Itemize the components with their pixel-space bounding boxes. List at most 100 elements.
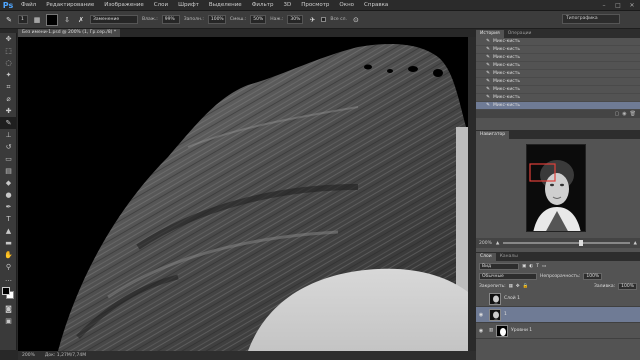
pen-tool-icon[interactable]: ✒: [0, 201, 17, 213]
filter-type-icon[interactable]: T: [536, 264, 539, 269]
fill-field[interactable]: 100%: [618, 282, 637, 290]
blend-mode-select[interactable]: Обычные: [479, 272, 537, 280]
lock-position-icon[interactable]: ✥: [516, 284, 520, 289]
screen-mode-icon[interactable]: ▣: [0, 315, 17, 327]
foreground-color-swatch[interactable]: [2, 287, 10, 295]
zoom-slider-knob[interactable]: [579, 240, 584, 246]
marquee-tool-icon[interactable]: ⬚: [0, 45, 17, 57]
filter-adjust-icon[interactable]: ◐: [529, 264, 533, 269]
path-select-tool-icon[interactable]: ▲: [0, 225, 17, 237]
mix-field[interactable]: 50%: [250, 15, 267, 24]
layer-row-selected[interactable]: ◉ 1: [476, 307, 640, 323]
healing-tool-icon[interactable]: ✚: [0, 105, 17, 117]
lock-pixels-icon[interactable]: ▦: [509, 284, 513, 289]
maximize-icon[interactable]: □: [612, 1, 624, 9]
load-brush-icon[interactable]: ⇩: [62, 15, 72, 25]
more-tools-icon[interactable]: …: [0, 273, 17, 285]
menu-file[interactable]: Файл: [16, 2, 41, 8]
quick-select-tool-icon[interactable]: ✦: [0, 69, 17, 81]
zoom-out-icon[interactable]: ▲: [496, 241, 499, 246]
clean-brush-icon[interactable]: ✗: [76, 15, 86, 25]
history-item[interactable]: ✎ Микс-кисть: [476, 94, 640, 102]
hand-tool-icon[interactable]: ✋: [0, 249, 17, 261]
zoom-tool-icon[interactable]: ⚲: [0, 261, 17, 273]
history-item[interactable]: ✎ Микс-кисть: [476, 54, 640, 62]
eye-icon[interactable]: ◉: [476, 328, 486, 334]
history-item[interactable]: ✎ Микс-кисть: [476, 38, 640, 46]
navigator-thumbnail[interactable]: [526, 144, 586, 232]
layer-row[interactable]: Слой 1: [476, 291, 640, 307]
lock-all-icon[interactable]: 🔒: [523, 284, 529, 289]
brush-panel-icon[interactable]: ▦: [32, 15, 42, 25]
flow-field[interactable]: 30%: [287, 15, 304, 24]
type-tool-icon[interactable]: T: [0, 213, 17, 225]
mixer-brush-icon[interactable]: ✎: [4, 15, 14, 25]
crop-tool-icon[interactable]: ⌗: [0, 81, 17, 93]
load-color-swatch[interactable]: [46, 13, 58, 26]
trash-icon[interactable]: 🗑: [630, 111, 636, 117]
blur-tool-icon[interactable]: ◆: [0, 177, 17, 189]
eraser-tool-icon[interactable]: ▭: [0, 153, 17, 165]
wet-field[interactable]: 99%: [161, 15, 180, 24]
layer-name[interactable]: Уровни 1: [511, 328, 532, 333]
navigator-zoom-slider[interactable]: [503, 240, 630, 246]
shape-tool-icon[interactable]: ▬: [0, 237, 17, 249]
layer-mask-thumbnail[interactable]: [496, 324, 508, 337]
layer-name[interactable]: 1: [504, 312, 507, 317]
eyedropper-tool-icon[interactable]: ⌀: [0, 93, 17, 105]
color-swatches[interactable]: [0, 285, 17, 303]
brush-tool-icon[interactable]: ✎: [0, 117, 17, 129]
dodge-tool-icon[interactable]: ●: [0, 189, 17, 201]
tab-history[interactable]: История: [476, 30, 504, 38]
menu-3d[interactable]: 3D: [278, 2, 296, 8]
history-item-selected[interactable]: ✎ Микс-кисть: [476, 102, 640, 110]
airbrush-icon[interactable]: ✈: [307, 15, 317, 25]
filter-shape-icon[interactable]: ▭: [542, 264, 546, 269]
quick-mask-icon[interactable]: ◙: [0, 303, 17, 315]
menu-window[interactable]: Окно: [334, 2, 359, 8]
gradient-tool-icon[interactable]: ▤: [0, 165, 17, 177]
eye-icon[interactable]: ◉: [476, 312, 486, 318]
menu-image[interactable]: Изображение: [99, 2, 149, 8]
menu-type[interactable]: Шрифт: [173, 2, 204, 8]
history-item[interactable]: ✎ Микс-кисть: [476, 46, 640, 54]
history-item[interactable]: ✎ Микс-кисть: [476, 86, 640, 94]
history-item[interactable]: ✎ Микс-кисть: [476, 78, 640, 86]
history-item[interactable]: ✎ Микс-кисть: [476, 62, 640, 70]
history-brush-tool-icon[interactable]: ↺: [0, 141, 17, 153]
filter-pixel-icon[interactable]: ▣: [522, 264, 526, 269]
menu-filter[interactable]: Фильтр: [247, 2, 279, 8]
new-document-from-state-icon[interactable]: ▢: [615, 111, 620, 117]
doc-info[interactable]: Док: 1,27М/7,74М: [45, 353, 86, 358]
tab-actions[interactable]: Операции: [504, 30, 536, 38]
menu-layers[interactable]: Слои: [149, 2, 173, 8]
tab-channels[interactable]: Каналы: [496, 253, 522, 261]
load-field[interactable]: 100%: [207, 15, 226, 24]
layer-name[interactable]: Слой 1: [504, 296, 520, 301]
menu-edit[interactable]: Редактирование: [41, 2, 99, 8]
minimize-icon[interactable]: –: [598, 1, 610, 9]
menu-select[interactable]: Выделение: [204, 2, 247, 8]
zoom-in-icon[interactable]: ▲: [634, 241, 637, 246]
snapshot-icon[interactable]: ◉: [622, 111, 626, 117]
document-canvas[interactable]: [18, 37, 468, 351]
lasso-tool-icon[interactable]: ◌: [0, 57, 17, 69]
pressure-icon[interactable]: ⊙: [351, 15, 361, 25]
brush-size-picker[interactable]: 1: [18, 15, 28, 24]
menu-help[interactable]: Справка: [359, 2, 393, 8]
zoom-level[interactable]: 200%: [22, 353, 35, 358]
workspace-select[interactable]: Типографика: [562, 14, 620, 24]
move-tool-icon[interactable]: ✥: [0, 33, 17, 45]
document-tab[interactable]: Без имени-1.psd @ 200% (1, Гр.сер./8) *: [18, 29, 121, 37]
menu-view[interactable]: Просмотр: [296, 2, 334, 8]
opacity-field[interactable]: 100%: [583, 272, 603, 280]
close-icon[interactable]: ✕: [626, 1, 638, 9]
canvas-vertical-scrollbar[interactable]: [468, 37, 476, 351]
blend-preset-select[interactable]: Заменение: [90, 15, 138, 24]
navigator-zoom-value[interactable]: 200%: [479, 241, 492, 246]
sample-all-layers-checkbox[interactable]: [321, 17, 327, 22]
layer-row[interactable]: ◉ ▥ Уровни 1: [476, 323, 640, 339]
tab-layers[interactable]: Слои: [476, 253, 496, 261]
history-item[interactable]: ✎ Микс-кисть: [476, 70, 640, 78]
tab-navigator[interactable]: Навигатор: [476, 131, 510, 139]
